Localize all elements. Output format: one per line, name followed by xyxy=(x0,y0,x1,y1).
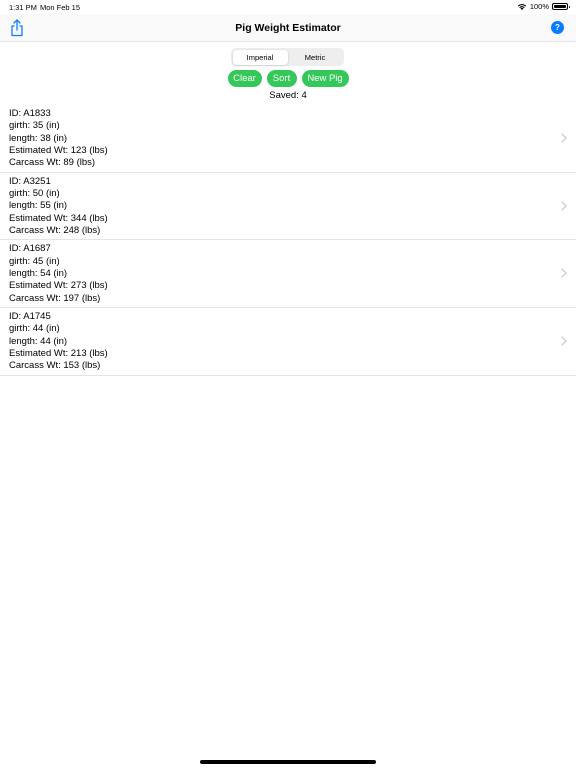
pig-carcass-weight: Carcass Wt: 153 (lbs) xyxy=(9,360,101,372)
pig-list: ID: A1833 girth: 35 (in) length: 38 (in)… xyxy=(0,105,576,376)
page-title: Pig Weight Estimator xyxy=(235,22,341,34)
help-button[interactable]: ? xyxy=(551,21,564,34)
chevron-right-icon xyxy=(561,336,567,346)
list-item[interactable]: ID: A3251 girth: 50 (in) length: 55 (in)… xyxy=(0,173,576,241)
battery-percent: 100% xyxy=(529,2,549,11)
pig-id: ID: A1745 xyxy=(9,311,51,323)
status-date: Mon Feb 15 xyxy=(40,3,81,12)
sort-button[interactable]: Sort xyxy=(266,70,297,87)
new-pig-button[interactable]: New Pig xyxy=(301,70,349,87)
pig-carcass-weight: Carcass Wt: 89 (lbs) xyxy=(9,157,96,169)
pig-estimated-weight: Estimated Wt: 213 (lbs) xyxy=(9,347,108,359)
segment-imperial[interactable]: Imperial xyxy=(232,49,288,65)
pig-carcass-weight: Carcass Wt: 197 (lbs) xyxy=(9,292,101,304)
chevron-right-icon xyxy=(561,201,567,211)
chevron-right-icon xyxy=(561,133,567,143)
pig-estimated-weight: Estimated Wt: 123 (lbs) xyxy=(9,144,108,156)
pig-estimated-weight: Estimated Wt: 273 (lbs) xyxy=(9,280,108,292)
clear-button[interactable]: Clear xyxy=(227,70,262,87)
pig-id: ID: A1833 xyxy=(9,108,51,119)
battery-icon xyxy=(552,3,570,10)
pig-id: ID: A3251 xyxy=(9,175,51,187)
list-item[interactable]: ID: A1687 girth: 45 (in) length: 54 (in)… xyxy=(0,240,576,309)
pig-length: length: 54 (in) xyxy=(9,267,68,279)
pig-estimated-weight: Estimated Wt: 344 (lbs) xyxy=(9,212,108,224)
home-indicator[interactable] xyxy=(200,760,376,764)
list-item[interactable]: ID: A1833 girth: 35 (in) length: 38 (in)… xyxy=(0,105,576,173)
pig-girth: girth: 44 (in) xyxy=(9,323,60,335)
units-segmented-control: Imperial Metric xyxy=(231,48,344,66)
pig-girth: girth: 35 (in) xyxy=(9,120,60,132)
status-right: 100% xyxy=(517,2,570,11)
action-buttons: Clear Sort New Pig xyxy=(0,70,576,87)
pig-id: ID: A1687 xyxy=(9,243,51,255)
pig-length: length: 55 (in) xyxy=(9,200,68,212)
saved-count: Saved: 4 xyxy=(269,90,307,101)
pig-length: length: 44 (in) xyxy=(9,335,68,347)
list-item[interactable]: ID: A1745 girth: 44 (in) length: 44 (in)… xyxy=(0,308,576,376)
pig-girth: girth: 45 (in) xyxy=(9,255,60,267)
status-bar: 1:31 PM Mon Feb 15 100% xyxy=(0,0,576,14)
navigation-bar: Pig Weight Estimator ? xyxy=(0,14,576,42)
pig-girth: girth: 50 (in) xyxy=(9,187,60,199)
status-time: 1:31 PM xyxy=(9,3,37,12)
segment-metric[interactable]: Metric xyxy=(288,50,343,65)
pig-carcass-weight: Carcass Wt: 248 (lbs) xyxy=(9,224,101,236)
app-screen: 1:31 PM Mon Feb 15 100% Pig Weight Estim… xyxy=(0,0,576,768)
wifi-icon xyxy=(517,3,527,10)
chevron-right-icon xyxy=(561,268,567,278)
pig-length: length: 38 (in) xyxy=(9,132,68,144)
